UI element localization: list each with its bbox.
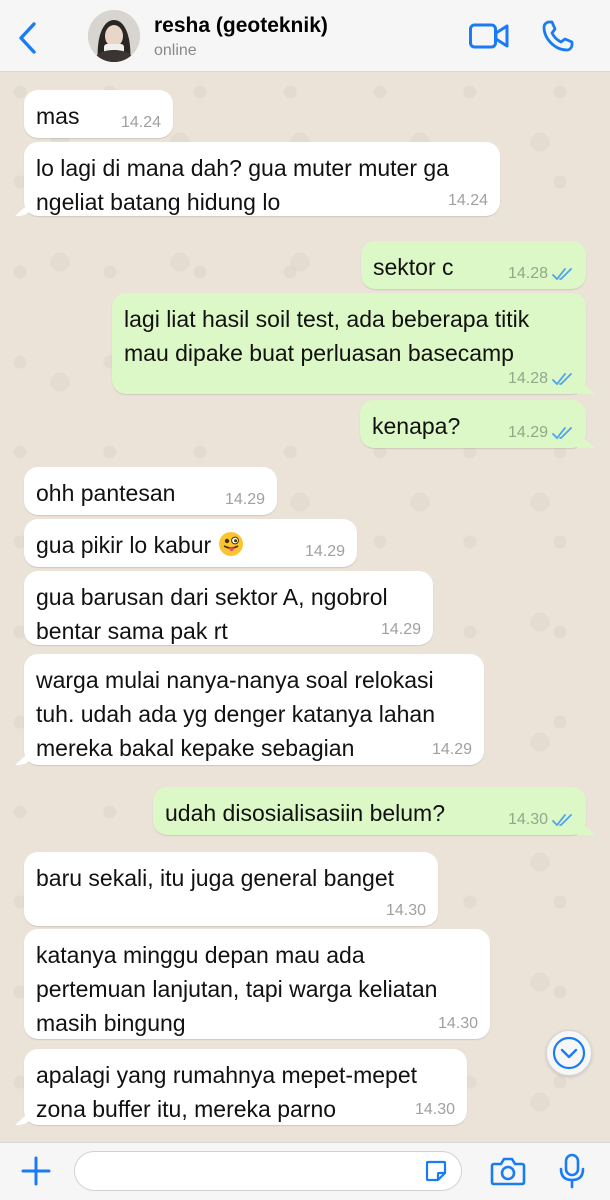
avatar-image	[88, 10, 140, 62]
message-outgoing[interactable]: udah disosialisasiin belum? 14.30	[153, 787, 586, 835]
message-time: 14.29	[224, 491, 265, 508]
message-input[interactable]	[74, 1151, 462, 1191]
winking-face-tongue-emoji	[218, 532, 243, 556]
double-check-icon	[552, 427, 572, 440]
message-text: ohh pantesan	[36, 480, 176, 506]
microphone-icon[interactable]	[558, 1153, 586, 1189]
sticker-icon[interactable]	[424, 1159, 448, 1183]
plus-icon[interactable]	[20, 1155, 52, 1187]
message-text: katanya minggu depan mau ada pertemuan l…	[36, 942, 438, 1036]
chat-header: resha (geoteknik) online	[0, 0, 610, 72]
double-check-icon	[552, 814, 572, 827]
message-time: 14.24	[120, 114, 161, 131]
double-check-icon	[552, 268, 572, 281]
message-incoming[interactable]: warga mulai nanya-nanya soal relokasi tu…	[24, 654, 484, 765]
scroll-to-bottom-button[interactable]	[546, 1030, 592, 1076]
message-incoming[interactable]: apalagi yang rumahnya mepet-mepet zona b…	[24, 1049, 467, 1125]
message-time: 14.30	[437, 1015, 478, 1032]
message-text: gua barusan dari sektor A, ngobrol benta…	[36, 584, 388, 644]
message-text: sektor c	[373, 254, 454, 280]
message-outgoing[interactable]: kenapa? 14.29	[360, 400, 586, 448]
message-time: 14.28	[507, 370, 548, 387]
camera-icon[interactable]	[490, 1155, 526, 1187]
message-incoming[interactable]: katanya minggu depan mau ada pertemuan l…	[24, 929, 490, 1039]
message-time: 14.29	[431, 741, 472, 758]
message-incoming[interactable]: baru sekali, itu juga general banget 14.…	[24, 852, 438, 926]
message-time: 14.29	[507, 424, 548, 441]
message-time: 14.28	[507, 265, 548, 282]
double-check-icon	[552, 373, 572, 386]
message-incoming[interactable]: ohh pantesan 14.29	[24, 467, 277, 515]
contact-name[interactable]: resha (geoteknik)	[154, 14, 328, 38]
chat-area[interactable]: mas 14.24 lo lagi di mana dah? gua muter…	[0, 72, 610, 1142]
message-text: warga mulai nanya-nanya soal relokasi tu…	[36, 667, 435, 761]
message-incoming[interactable]: gua pikir lo kabur 14.29	[24, 519, 357, 567]
video-camera-icon[interactable]	[468, 20, 510, 52]
chevron-left-icon[interactable]	[14, 20, 44, 56]
message-text: apalagi yang rumahnya mepet-mepet zona b…	[36, 1062, 418, 1122]
composer-bar	[0, 1142, 610, 1200]
avatar[interactable]	[88, 10, 140, 62]
message-time: 14.29	[380, 621, 421, 638]
message-text: udah disosialisasiin belum?	[165, 800, 445, 826]
message-incoming[interactable]: gua barusan dari sektor A, ngobrol benta…	[24, 571, 433, 645]
message-text: mas	[36, 103, 80, 129]
message-text: kenapa?	[372, 413, 461, 439]
message-time: 14.30	[385, 902, 426, 919]
message-text: lagi liat hasil soil test, ada beberapa …	[124, 306, 530, 366]
phone-icon[interactable]	[540, 18, 576, 54]
message-text: lo lagi di mana dah? gua muter muter ga …	[36, 155, 449, 215]
message-time: 14.30	[507, 811, 548, 828]
chevron-down-icon	[552, 1036, 586, 1070]
message-outgoing[interactable]: lagi liat hasil soil test, ada beberapa …	[112, 293, 586, 394]
message-time: 14.30	[414, 1101, 455, 1118]
contact-status: online	[154, 42, 197, 59]
message-time: 14.24	[447, 192, 488, 209]
message-incoming[interactable]: mas 14.24	[24, 90, 173, 138]
message-incoming[interactable]: lo lagi di mana dah? gua muter muter ga …	[24, 142, 500, 216]
message-time: 14.29	[304, 543, 345, 560]
message-text: baru sekali, itu juga general banget	[36, 865, 395, 891]
message-outgoing[interactable]: sektor c 14.28	[361, 241, 586, 289]
message-text: gua pikir lo kabur	[36, 532, 212, 558]
